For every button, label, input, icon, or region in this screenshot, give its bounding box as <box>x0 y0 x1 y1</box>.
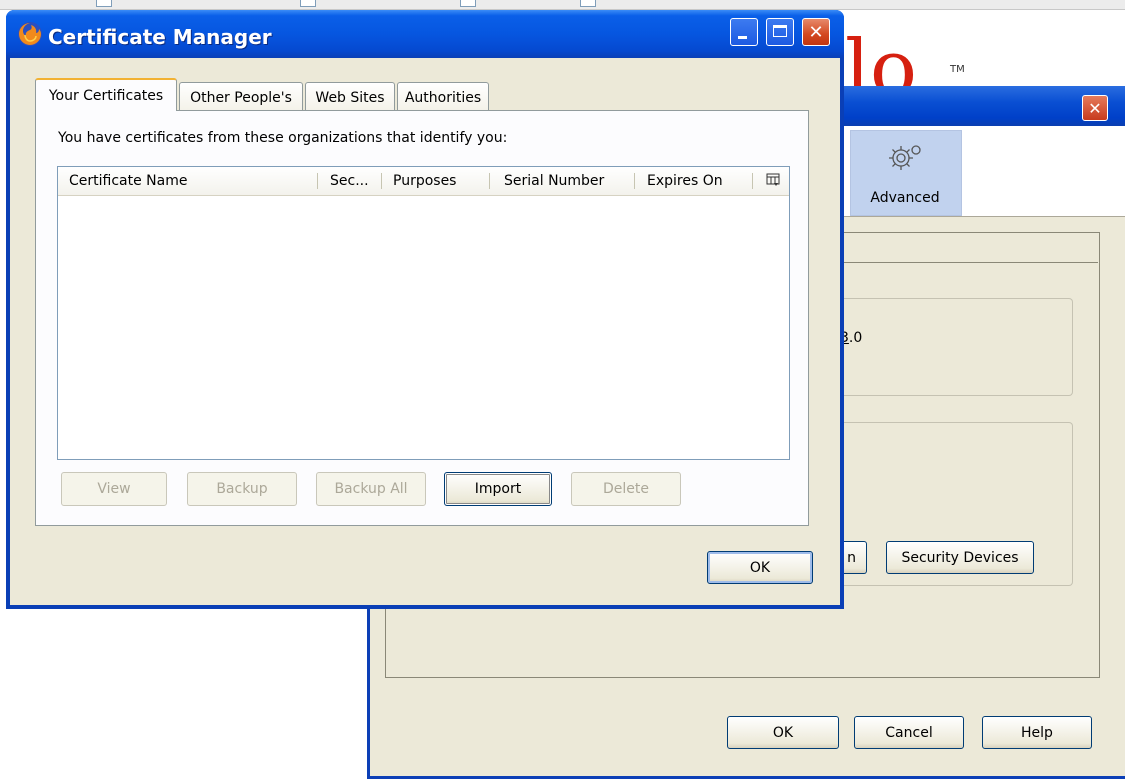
tab-your-certificates[interactable]: Your Certificates <box>35 78 177 111</box>
intro-text: You have certificates from these organiz… <box>58 130 508 146</box>
column-separator[interactable] <box>752 173 753 189</box>
options-cancel-button[interactable]: Cancel <box>854 716 964 749</box>
column-header-expires-on[interactable]: Expires On <box>647 167 723 195</box>
minimize-icon <box>738 36 747 39</box>
backup-button[interactable]: Backup <box>187 472 297 506</box>
bg-checkbox <box>460 0 476 7</box>
column-header-purposes[interactable]: Purposes <box>393 167 456 195</box>
column-header-serial-number[interactable]: Serial Number <box>504 167 604 195</box>
column-header-security-device[interactable]: Sec... <box>330 167 369 195</box>
tab-other-peoples[interactable]: Other People's <box>179 82 303 113</box>
delete-button[interactable]: Delete <box>571 472 681 506</box>
column-picker-icon[interactable] <box>766 173 780 187</box>
security-devices-button[interactable]: Security Devices <box>886 541 1034 574</box>
bg-checkbox <box>300 0 316 7</box>
view-button[interactable]: View <box>61 472 167 506</box>
firefox-icon <box>18 22 42 46</box>
close-button[interactable]: ✕ <box>802 18 830 46</box>
options-close-button[interactable]: ✕ <box>1082 95 1108 121</box>
bg-checkbox <box>580 0 596 7</box>
certificate-table[interactable]: Certificate Name Sec... Purposes Serial … <box>57 166 790 460</box>
maximize-icon <box>773 25 787 37</box>
maximize-button[interactable] <box>766 18 794 46</box>
import-button[interactable]: Import <box>444 472 552 506</box>
column-separator[interactable] <box>317 173 318 189</box>
tab-web-sites[interactable]: Web Sites <box>305 82 395 113</box>
options-groupbox <box>820 298 1073 396</box>
column-separator[interactable] <box>634 173 635 189</box>
backup-all-button[interactable]: Backup All <box>316 472 426 506</box>
trademark-mark: TM <box>950 64 965 75</box>
background-page-strip <box>0 0 1125 10</box>
column-separator[interactable] <box>489 173 490 189</box>
gear-icon <box>889 145 921 170</box>
ok-button[interactable]: OK <box>707 551 813 584</box>
toolbar-advanced-label: Advanced <box>870 190 940 206</box>
bg-checkbox <box>96 0 112 7</box>
table-header: Certificate Name Sec... Purposes Serial … <box>58 167 789 196</box>
close-icon: ✕ <box>808 21 824 43</box>
window-title: Certificate Manager <box>48 25 272 49</box>
tab-authorities[interactable]: Authorities <box>397 82 489 113</box>
column-header-certificate-name[interactable]: Certificate Name <box>69 167 187 195</box>
minimize-button[interactable] <box>730 18 758 46</box>
options-help-button[interactable]: Help <box>982 716 1092 749</box>
options-ok-button[interactable]: OK <box>727 716 839 749</box>
version-suffix: .0 <box>848 330 863 346</box>
column-separator[interactable] <box>381 173 382 189</box>
